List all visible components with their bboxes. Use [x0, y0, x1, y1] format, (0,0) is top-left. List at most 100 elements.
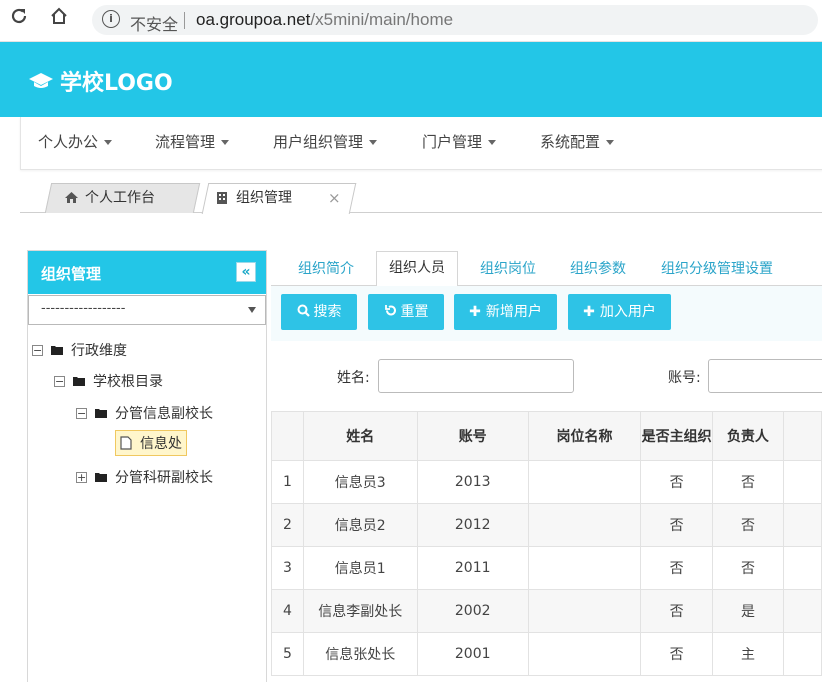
- row-number: 1: [271, 460, 304, 504]
- address-bar[interactable]: i 不安全 oa.groupoa.net/x5mini/main/home: [92, 5, 818, 35]
- folder-icon: [51, 346, 63, 355]
- column-header-leader[interactable]: 负责人: [712, 411, 784, 461]
- cell-name: 信息李副处长: [302, 589, 418, 633]
- cell-main-org: 否: [640, 460, 714, 504]
- cell-name: 信息员1: [302, 546, 418, 590]
- cell-main-org: 否: [640, 546, 714, 590]
- tab-workbench[interactable]: 个人工作台: [64, 183, 155, 212]
- org-tree-panel: 组织管理 « ------------------ − 行政维度 − 学校根目录…: [27, 250, 267, 682]
- plus-icon: ✚: [469, 304, 481, 320]
- cell-extra: [782, 632, 822, 676]
- org-panel-header: 组织管理 «: [28, 251, 266, 294]
- tab-org-management[interactable]: 组织管理: [216, 183, 292, 212]
- caret-down-icon: [221, 140, 230, 145]
- cell-post: [527, 589, 642, 633]
- table-row[interactable]: 5 信息张处长 2001 否 主: [271, 632, 822, 676]
- nav-label: 门户管理: [422, 133, 483, 151]
- table-row[interactable]: 3 信息员1 2011 否 否: [271, 546, 822, 590]
- tree-node-research-vice-principal[interactable]: + 分管科研副校长: [76, 467, 213, 487]
- caret-down-icon: [606, 140, 615, 145]
- row-number: 3: [271, 546, 304, 590]
- tree-node-school-root[interactable]: − 学校根目录: [54, 371, 163, 391]
- search-button[interactable]: 搜索: [281, 294, 357, 330]
- cell-account: 2013: [416, 460, 529, 504]
- cell-leader: 否: [712, 546, 784, 590]
- address-separator: [184, 12, 185, 29]
- tree-node-info-office[interactable]: 信息处: [115, 430, 187, 456]
- document-icon: [120, 436, 132, 450]
- column-header-post[interactable]: 岗位名称: [527, 411, 642, 461]
- collapse-toggle-icon[interactable]: −: [76, 407, 87, 419]
- row-number-header: [271, 411, 304, 461]
- cell-name: 信息员3: [302, 460, 418, 504]
- cell-main-org: 否: [640, 589, 714, 633]
- reset-button[interactable]: 重置: [368, 294, 444, 330]
- tree-node-admin-dimension[interactable]: − 行政维度: [32, 340, 127, 360]
- expand-toggle-icon[interactable]: +: [76, 471, 87, 483]
- plus-icon: ✚: [583, 304, 595, 320]
- dimension-select[interactable]: ------------------: [28, 295, 266, 325]
- members-table: 姓名 账号 岗位名称 是否主组织 负责人 1 信息员3 2013 否 否 2 信…: [271, 411, 822, 676]
- close-tab-icon[interactable]: ×: [328, 189, 341, 207]
- school-logo[interactable]: 学校LOGO: [28, 65, 173, 97]
- nav-user-org[interactable]: 用户组织管理: [273, 131, 378, 152]
- account-input[interactable]: [708, 359, 822, 393]
- cell-account: 2001: [416, 632, 529, 676]
- column-header-account[interactable]: 账号: [416, 411, 529, 461]
- home-nav-icon[interactable]: [46, 6, 72, 32]
- tab-label: 组织管理: [236, 189, 292, 206]
- collapse-toggle-icon[interactable]: −: [32, 344, 43, 356]
- tab-org-posts[interactable]: 组织岗位: [480, 258, 536, 278]
- column-header-name[interactable]: 姓名: [302, 411, 418, 461]
- logo-text: 学校LOGO: [60, 71, 173, 96]
- reload-icon[interactable]: [6, 6, 32, 32]
- folder-icon: [95, 409, 107, 418]
- nav-workflow[interactable]: 流程管理: [155, 131, 230, 152]
- column-header-main-org[interactable]: 是否主组织: [640, 411, 714, 461]
- search-icon: [297, 304, 310, 317]
- url-path: /x5mini/main/home: [310, 10, 454, 29]
- tree-node-info-vice-principal[interactable]: − 分管信息副校长: [76, 403, 213, 423]
- folder-icon: [73, 377, 85, 386]
- caret-down-icon: [369, 140, 378, 145]
- table-row[interactable]: 4 信息李副处长 2002 否 是: [271, 589, 822, 633]
- security-warning: 不安全: [130, 15, 179, 34]
- caret-down-icon: [488, 140, 497, 145]
- nav-personal-office[interactable]: 个人办公: [38, 131, 113, 152]
- info-icon[interactable]: i: [102, 10, 120, 28]
- collapse-panel-button[interactable]: «: [236, 262, 256, 282]
- join-user-button[interactable]: ✚ 加入用户: [568, 294, 671, 330]
- tab-org-intro[interactable]: 组织简介: [298, 258, 354, 278]
- column-header-extra: [782, 411, 822, 461]
- cell-post: [527, 632, 642, 676]
- tab-org-level-settings[interactable]: 组织分级管理设置: [661, 258, 773, 278]
- nav-label: 个人办公: [38, 133, 99, 151]
- page-tabs: 个人工作台 组织管理 ×: [20, 169, 822, 214]
- nav-system-config[interactable]: 系统配置: [540, 131, 615, 152]
- account-label: 账号:: [668, 370, 701, 386]
- cell-main-org: 否: [640, 632, 714, 676]
- button-label: 新增用户: [485, 304, 542, 320]
- table-row[interactable]: 2 信息员2 2012 否 否: [271, 503, 822, 547]
- add-user-button[interactable]: ✚ 新增用户: [454, 294, 557, 330]
- cell-post: [527, 460, 642, 504]
- button-label: 重置: [400, 304, 429, 320]
- tree-label: 行政维度: [71, 343, 127, 359]
- home-icon: [65, 192, 78, 203]
- cell-extra: [782, 546, 822, 590]
- app-header: 学校LOGO: [0, 42, 822, 117]
- nav-portal[interactable]: 门户管理: [422, 131, 497, 152]
- collapse-toggle-icon[interactable]: −: [54, 375, 65, 387]
- name-input[interactable]: [378, 359, 574, 393]
- cell-leader: 是: [712, 589, 784, 633]
- dropdown-arrow-icon: [248, 307, 256, 313]
- cell-name: 信息员2: [302, 503, 418, 547]
- tab-org-params[interactable]: 组织参数: [570, 258, 626, 278]
- cell-name: 信息张处长: [302, 632, 418, 676]
- button-label: 加入用户: [599, 304, 656, 320]
- cell-post: [527, 546, 642, 590]
- table-header-row: 姓名 账号 岗位名称 是否主组织 负责人: [271, 411, 822, 461]
- table-row[interactable]: 1 信息员3 2013 否 否: [271, 460, 822, 504]
- tab-org-members[interactable]: 组织人员: [376, 251, 458, 287]
- cell-extra: [782, 589, 822, 633]
